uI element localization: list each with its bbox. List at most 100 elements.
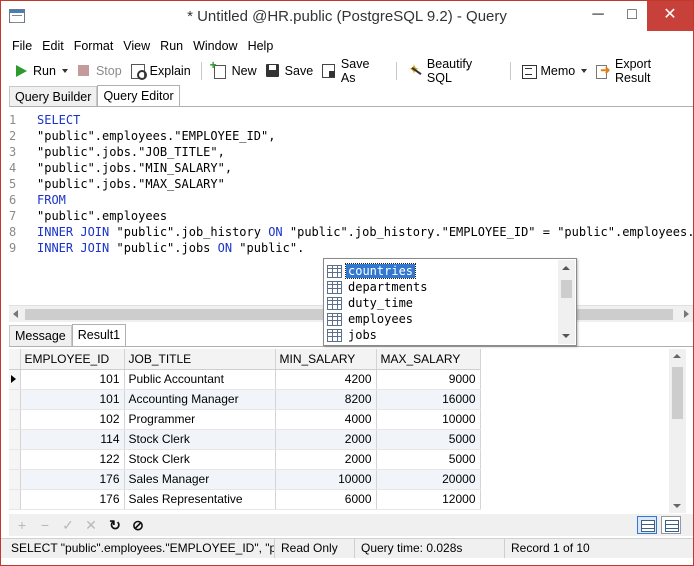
scroll-left-icon[interactable] xyxy=(13,310,18,318)
cell-job-title[interactable]: Public Accountant xyxy=(124,369,276,390)
apply-changes-icon[interactable]: ✓ xyxy=(59,516,77,534)
cell-job-title[interactable]: Accounting Manager xyxy=(124,389,276,410)
export-result-button[interactable]: Export Result xyxy=(591,57,693,85)
tab-result1[interactable]: Result1 xyxy=(71,324,127,346)
cell-employee-id[interactable]: 101 xyxy=(20,389,125,410)
autocomplete-scrollbar[interactable] xyxy=(558,260,575,344)
cell-employee-id[interactable]: 122 xyxy=(20,449,125,470)
grid-view-icon[interactable] xyxy=(637,516,657,534)
cell-max-salary[interactable]: 5000 xyxy=(376,429,481,450)
table-row[interactable]: 176 Sales Representative 6000 12000 xyxy=(9,489,481,510)
autocomplete-item-duty-time[interactable]: duty_time xyxy=(327,295,555,311)
cell-min-salary[interactable]: 4200 xyxy=(275,369,377,390)
cell-employee-id[interactable]: 102 xyxy=(20,409,125,430)
menu-edit[interactable]: Edit xyxy=(37,37,69,55)
cell-min-salary[interactable]: 2000 xyxy=(275,449,377,470)
close-button[interactable]: ✕ xyxy=(647,1,693,31)
save-as-button[interactable]: Save As xyxy=(317,57,390,85)
cell-min-salary[interactable]: 2000 xyxy=(275,429,377,450)
autocomplete-item-countries[interactable]: countries xyxy=(327,263,555,279)
row-indicator xyxy=(9,449,21,470)
column-header[interactable]: MAX_SALARY xyxy=(376,349,481,370)
autocomplete-item-employees[interactable]: employees xyxy=(327,311,555,327)
table-row[interactable]: 114 Stock Clerk 2000 5000 xyxy=(9,429,481,450)
tab-query-editor[interactable]: Query Editor xyxy=(97,85,180,107)
result-grid[interactable]: EMPLOYEE_ID JOB_TITLE MIN_SALARY MAX_SAL… xyxy=(9,349,685,512)
cell-max-salary[interactable]: 12000 xyxy=(376,489,481,510)
scroll-down-icon[interactable] xyxy=(562,334,570,338)
sql-text: "public".employees."EMPLOYEE_ID", xyxy=(37,129,276,143)
tab-message[interactable]: Message xyxy=(9,325,72,346)
line-number: 5 xyxy=(9,177,17,191)
table-row[interactable]: 101 Public Accountant 4200 9000 xyxy=(9,369,481,390)
line-number: 3 xyxy=(9,145,17,159)
cell-max-salary[interactable]: 5000 xyxy=(376,449,481,470)
table-row[interactable]: 102 Programmer 4000 10000 xyxy=(9,409,481,430)
table-icon xyxy=(327,264,342,278)
grid-vertical-scrollbar[interactable] xyxy=(669,349,686,513)
beautify-sql-button[interactable]: Beautify SQL xyxy=(403,57,503,85)
scroll-up-icon[interactable] xyxy=(562,266,570,270)
scroll-right-icon[interactable] xyxy=(684,310,689,318)
line-number: 2 xyxy=(9,129,17,143)
scrollbar-thumb[interactable] xyxy=(561,280,572,298)
table-row[interactable]: 101 Accounting Manager 8200 16000 xyxy=(9,389,481,410)
memo-button[interactable]: Memo xyxy=(517,60,592,82)
menu-window[interactable]: Window xyxy=(188,37,242,55)
menu-view[interactable]: View xyxy=(118,37,155,55)
run-dropdown-icon[interactable] xyxy=(61,69,68,73)
cell-employee-id[interactable]: 176 xyxy=(20,489,125,510)
cell-job-title[interactable]: Stock Clerk xyxy=(124,429,276,450)
scroll-down-icon[interactable] xyxy=(673,504,681,508)
scroll-up-icon[interactable] xyxy=(673,354,681,358)
tab-query-builder[interactable]: Query Builder xyxy=(9,86,98,107)
scrollbar-thumb[interactable] xyxy=(672,367,683,419)
menu-format[interactable]: Format xyxy=(69,37,119,55)
header-row: EMPLOYEE_ID JOB_TITLE MIN_SALARY MAX_SAL… xyxy=(9,349,481,370)
cell-job-title[interactable]: Programmer xyxy=(124,409,276,430)
cell-min-salary[interactable]: 4000 xyxy=(275,409,377,430)
cell-employee-id[interactable]: 114 xyxy=(20,429,125,450)
explain-button[interactable]: Explain xyxy=(126,60,195,82)
sql-keyword: INNER JOIN xyxy=(37,225,110,239)
line-number: 9 xyxy=(9,241,17,255)
table-row[interactable]: 122 Stock Clerk 2000 5000 xyxy=(9,449,481,470)
refresh-icon[interactable]: ↻ xyxy=(106,516,124,534)
query-window: * Untitled @HR.public (PostgreSQL 9.2) -… xyxy=(0,0,694,566)
table-row[interactable]: 176 Sales Manager 10000 20000 xyxy=(9,469,481,490)
stop-button[interactable]: Stop xyxy=(72,60,126,82)
autocomplete-item-jobs[interactable]: jobs xyxy=(327,327,555,343)
column-header[interactable]: MIN_SALARY xyxy=(275,349,377,370)
cell-max-salary[interactable]: 9000 xyxy=(376,369,481,390)
cell-employee-id[interactable]: 176 xyxy=(20,469,125,490)
cell-min-salary[interactable]: 6000 xyxy=(275,489,377,510)
delete-record-icon[interactable]: − xyxy=(36,516,54,534)
add-record-icon[interactable]: + xyxy=(13,516,31,534)
grid-divider xyxy=(9,346,693,347)
cell-max-salary[interactable]: 20000 xyxy=(376,469,481,490)
save-button[interactable]: Save xyxy=(261,60,318,82)
autocomplete-item-departments[interactable]: departments xyxy=(327,279,555,295)
cell-max-salary[interactable]: 16000 xyxy=(376,389,481,410)
menu-run[interactable]: Run xyxy=(155,37,188,55)
cell-max-salary[interactable]: 10000 xyxy=(376,409,481,430)
column-header[interactable]: JOB_TITLE xyxy=(124,349,276,370)
cell-employee-id[interactable]: 101 xyxy=(20,369,125,390)
cell-job-title[interactable]: Stock Clerk xyxy=(124,449,276,470)
run-button[interactable]: Run xyxy=(9,60,72,82)
cell-job-title[interactable]: Sales Representative xyxy=(124,489,276,510)
minimize-button[interactable]: ─ xyxy=(579,1,617,31)
maximize-button[interactable]: □ xyxy=(617,1,647,31)
menu-file[interactable]: File xyxy=(7,37,37,55)
discard-changes-icon[interactable]: ✕ xyxy=(82,516,100,534)
column-header[interactable]: EMPLOYEE_ID xyxy=(20,349,125,370)
cell-job-title[interactable]: Sales Manager xyxy=(124,469,276,490)
code-line: 7 "public".employees xyxy=(9,208,167,224)
cell-min-salary[interactable]: 10000 xyxy=(275,469,377,490)
menu-help[interactable]: Help xyxy=(243,37,279,55)
cell-min-salary[interactable]: 8200 xyxy=(275,389,377,410)
new-button[interactable]: New xyxy=(208,58,261,82)
memo-dropdown-icon[interactable] xyxy=(581,69,588,73)
form-view-icon[interactable] xyxy=(661,516,681,534)
stop-loading-icon[interactable]: ⊘ xyxy=(129,516,147,534)
